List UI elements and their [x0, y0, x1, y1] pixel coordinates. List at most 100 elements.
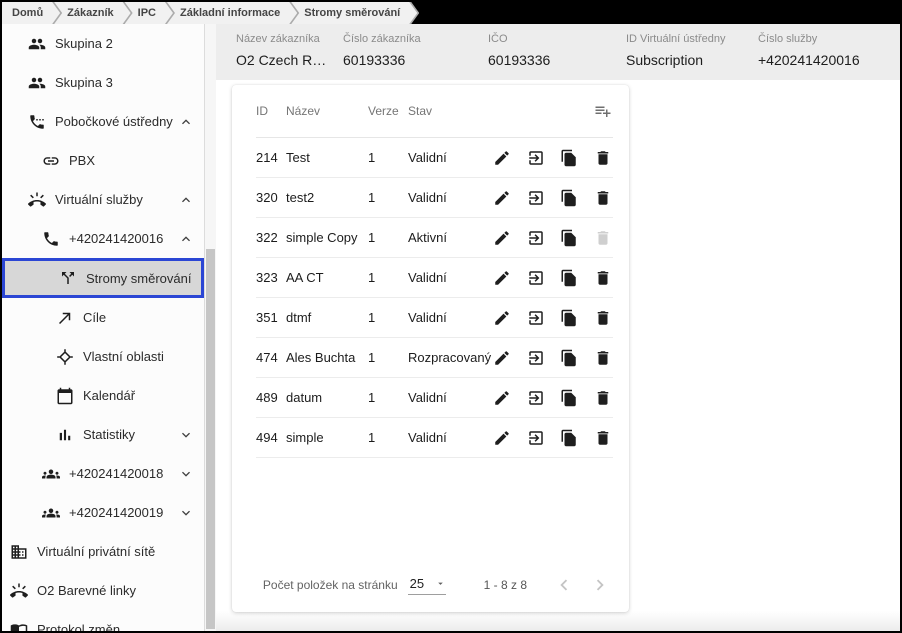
sidebar-item-label: +420241420018 — [69, 466, 163, 481]
open-detail-button[interactable] — [526, 388, 546, 408]
open-detail-button[interactable] — [526, 228, 546, 248]
delete-button[interactable] — [593, 308, 613, 328]
edit-button[interactable] — [492, 148, 512, 168]
delete-icon — [594, 429, 612, 447]
sidebar-item-skupina-2[interactable]: Skupina 2 — [2, 24, 204, 63]
sidebar-item-stromy-sm-rov-n[interactable]: Stromy směrování — [2, 258, 204, 298]
table-row-474: 474 Ales Buchta 1 Rozpracovaný — [256, 338, 613, 378]
sidebar-item-420241420018[interactable]: +420241420018 — [2, 454, 204, 493]
breadcrumb-label: Zákazník — [67, 7, 113, 19]
edit-button[interactable] — [492, 388, 512, 408]
breadcrumb-item-stromy-sm-rov-n[interactable]: Stromy směrování — [291, 2, 417, 24]
scrollbar-thumb[interactable] — [206, 249, 215, 629]
people-icon — [28, 74, 46, 92]
copy-button[interactable] — [559, 268, 579, 288]
edit-button[interactable] — [492, 268, 512, 288]
column-header-status: Stav — [408, 104, 492, 118]
expand-less-icon — [178, 114, 194, 130]
table-row-489: 489 datum 1 Validní — [256, 378, 613, 418]
open-detail-button[interactable] — [526, 348, 546, 368]
breadcrumb-item-z-kladn-informace[interactable]: Základní informace — [167, 2, 297, 24]
copy-button[interactable] — [559, 428, 579, 448]
open-detail-button[interactable] — [526, 428, 546, 448]
info-field-value: O2 Czech Republic … — [236, 52, 343, 68]
next-page-button[interactable] — [589, 574, 611, 596]
breadcrumb-item-dom[interactable]: Domů — [2, 2, 60, 24]
sidebar-item-protokol-zm-n[interactable]: Protokol změn — [2, 610, 204, 631]
exit-to-app-icon — [527, 189, 545, 207]
sidebar-item-420241420016[interactable]: +420241420016 — [2, 219, 204, 258]
page-size-select[interactable]: 25 — [408, 576, 446, 595]
delete-icon — [594, 229, 612, 247]
delete-button[interactable] — [593, 388, 613, 408]
sidebar-item-label: Stromy směrování — [86, 271, 191, 286]
cell-version: 1 — [368, 270, 408, 285]
cell-name: test2 — [286, 190, 368, 205]
open-detail-button[interactable] — [526, 308, 546, 328]
delete-button[interactable] — [593, 428, 613, 448]
previous-page-button[interactable] — [553, 574, 575, 596]
sidebar-item-virtu-ln-slu-by[interactable]: Virtuální služby — [2, 180, 204, 219]
copy-button[interactable] — [559, 148, 579, 168]
row-actions — [492, 308, 613, 328]
sidebar-item-pbx[interactable]: PBX — [2, 141, 204, 180]
sidebar-item-virtu-ln-priv-tn-s-t[interactable]: Virtuální privátní sítě — [2, 532, 204, 571]
customer-info-bar: Název zákazníka O2 Czech Republic … Čísl… — [216, 24, 900, 80]
edit-button[interactable] — [492, 428, 512, 448]
app-window: Domů Zákazník IPC Základní informace Str… — [0, 0, 902, 633]
sidebar-item-c-le[interactable]: Cíle — [2, 298, 204, 337]
sidebar-item-o2-barevn-linky[interactable]: O2 Barevné linky — [2, 571, 204, 610]
edit-icon — [493, 229, 511, 247]
edit-button[interactable] — [492, 228, 512, 248]
info-field-label: ID Virtuální ústředny — [626, 33, 758, 45]
edit-button[interactable] — [492, 308, 512, 328]
edit-button[interactable] — [492, 188, 512, 208]
cell-name: simple Copy — [286, 230, 368, 245]
cell-name: Ales Buchta — [286, 350, 368, 365]
info-field-slo-z-kazn-ka: Číslo zákazníka 60193336 — [343, 33, 488, 80]
breadcrumb-item-ipc[interactable]: IPC — [125, 2, 173, 24]
open-detail-button[interactable] — [526, 148, 546, 168]
copy-button[interactable] — [559, 228, 579, 248]
add-item-button[interactable] — [593, 101, 613, 121]
sidebar-item-420241420019[interactable]: +420241420019 — [2, 493, 204, 532]
edit-icon — [493, 349, 511, 367]
delete-button[interactable] — [593, 148, 613, 168]
cell-version: 1 — [368, 190, 408, 205]
copy-button[interactable] — [559, 348, 579, 368]
cell-status: Validní — [408, 190, 492, 205]
info-field-n-zev-z-kazn-ka: Název zákazníka O2 Czech Republic … — [236, 33, 343, 80]
sidebar-item-statistiky[interactable]: Statistiky — [2, 415, 204, 454]
info-field-label: Číslo zákazníka — [343, 33, 488, 45]
row-actions — [492, 148, 613, 168]
copy-button[interactable] — [559, 188, 579, 208]
table-body: 214 Test 1 Validní — [256, 138, 613, 458]
delete-button[interactable] — [593, 268, 613, 288]
cell-name: Test — [286, 150, 368, 165]
delete-button[interactable] — [593, 348, 613, 368]
sidebar-item-pobo-kov-st-edny[interactable]: Pobočkové ústředny — [2, 102, 204, 141]
delete-button[interactable] — [593, 188, 613, 208]
edit-button[interactable] — [492, 348, 512, 368]
cell-name: AA CT — [286, 270, 368, 285]
info-field-id-virtu-ln-st-edny: ID Virtuální ústředny Subscription — [626, 33, 758, 80]
routing-trees-card: ID Název Verze Stav 214 Test — [232, 85, 629, 612]
breadcrumb-item-z-kazn-k[interactable]: Zákazník — [54, 2, 130, 24]
sidebar-item-kalend[interactable]: Kalendář — [2, 376, 204, 415]
copy-button[interactable] — [559, 308, 579, 328]
open-detail-button[interactable] — [526, 188, 546, 208]
cell-version: 1 — [368, 310, 408, 325]
cell-name: simple — [286, 430, 368, 445]
sidebar-item-label: Skupina 3 — [55, 75, 113, 90]
cell-status: Validní — [408, 270, 492, 285]
breadcrumb-label: Stromy směrování — [304, 7, 400, 19]
copy-icon — [560, 349, 578, 367]
sidebar-item-skupina-3[interactable]: Skupina 3 — [2, 63, 204, 102]
cell-id: 494 — [256, 430, 286, 445]
open-detail-button[interactable] — [526, 268, 546, 288]
copy-button[interactable] — [559, 388, 579, 408]
link-icon — [42, 152, 60, 170]
sidebar-item-vlastn-oblasti[interactable]: Vlastní oblasti — [2, 337, 204, 376]
cell-name: dtmf — [286, 310, 368, 325]
call-icon — [42, 230, 60, 248]
